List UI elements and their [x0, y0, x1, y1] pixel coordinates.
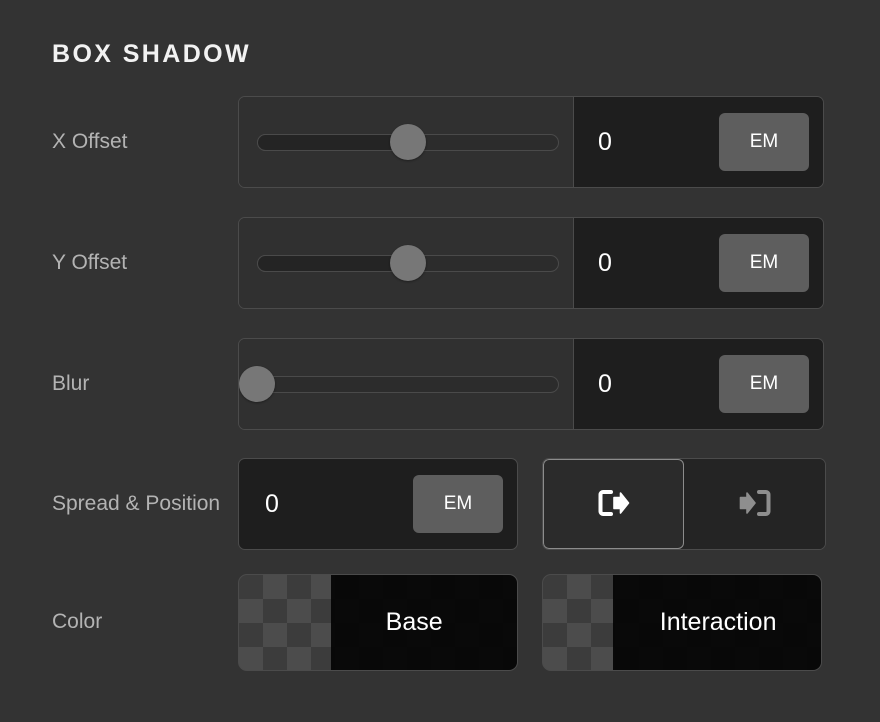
row-label-x-offset: X Offset [52, 129, 128, 153]
row-label-y-offset: Y Offset [52, 250, 128, 274]
controls-y-offset: 0 EM [238, 217, 828, 309]
page-title: BOX SHADOW [52, 40, 251, 68]
unit-button-x-offset[interactable]: EM [719, 113, 809, 171]
row-label-color: Color [52, 610, 103, 634]
slider-thumb-x-offset[interactable] [390, 124, 426, 160]
slider-pane-y-offset[interactable] [239, 218, 574, 308]
unit-button-spread[interactable]: EM [413, 475, 503, 533]
slider-fill-x-offset [257, 133, 408, 151]
color-swatch-interaction-label: Interaction [659, 608, 777, 636]
row-label-spread-position: Spread & Position [52, 491, 221, 515]
row-x-offset: X Offset 0 EM [52, 96, 828, 188]
unit-button-blur[interactable]: EM [719, 355, 809, 413]
number-pane-x-offset[interactable]: 0 EM [574, 97, 823, 187]
slider-pane-x-offset[interactable] [239, 97, 574, 187]
value-blur[interactable]: 0 [598, 371, 612, 397]
row-label-blur: Blur [52, 371, 90, 395]
color-swatch-base[interactable]: Base [238, 574, 518, 671]
controls-blur: 0 EM [238, 338, 828, 430]
slider-blur[interactable] [239, 366, 559, 402]
slider-field-combo-blur: 0 EM [238, 338, 824, 430]
number-pane-blur[interactable]: 0 EM [574, 339, 823, 429]
row-color: Color Base Interaction [52, 574, 828, 671]
unit-button-y-offset[interactable]: EM [719, 234, 809, 292]
number-pane-y-offset[interactable]: 0 EM [574, 218, 823, 308]
spread-input-field[interactable]: 0 EM [238, 458, 518, 550]
controls-color: Base Interaction [238, 574, 828, 671]
slider-thumb-y-offset[interactable] [390, 245, 426, 281]
slider-thumb-blur[interactable] [239, 366, 275, 402]
slider-field-combo-y-offset: 0 EM [238, 217, 824, 309]
position-outset-button[interactable] [543, 459, 684, 549]
arrow-into-bracket-icon [738, 487, 772, 522]
color-swatch-base-label: Base [385, 608, 443, 636]
row-y-offset: Y Offset 0 EM [52, 217, 828, 309]
slider-y-offset[interactable] [257, 245, 559, 281]
color-swatch-interaction[interactable]: Interaction [542, 574, 822, 671]
slider-field-combo-x-offset: 0 EM [238, 96, 824, 188]
controls-x-offset: 0 EM [238, 96, 828, 188]
box-shadow-panel: BOX SHADOW X Offset 0 EM Y Offset 0 EM B… [0, 0, 880, 722]
row-spread-position: Spread & Position 0 EM [52, 458, 828, 550]
value-spread[interactable]: 0 [265, 491, 279, 517]
position-toggle-group [542, 458, 826, 550]
position-inset-button[interactable] [684, 459, 825, 549]
arrow-out-of-bracket-icon [597, 487, 631, 522]
slider-x-offset[interactable] [257, 124, 559, 160]
controls-spread-position: 0 EM [238, 458, 828, 550]
row-blur: Blur 0 EM [52, 338, 828, 430]
slider-pane-blur[interactable] [239, 339, 574, 429]
slider-track-blur [257, 375, 559, 393]
slider-fill-y-offset [257, 254, 408, 272]
value-y-offset[interactable]: 0 [598, 250, 612, 276]
value-x-offset[interactable]: 0 [598, 129, 612, 155]
